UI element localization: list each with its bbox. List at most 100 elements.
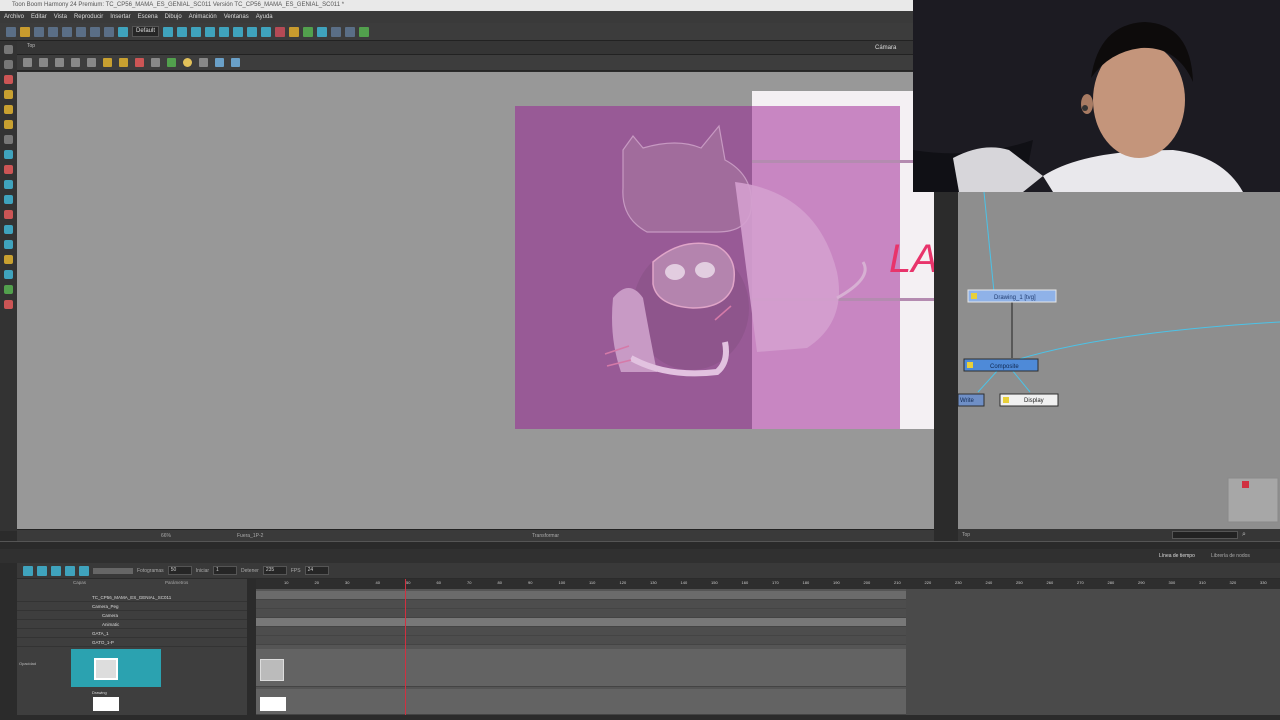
line-icon[interactable]: [151, 58, 160, 67]
menu-editar[interactable]: Editar: [31, 11, 47, 23]
track-row[interactable]: [256, 627, 906, 636]
scale-icon[interactable]: [233, 26, 244, 37]
tab-timeline[interactable]: Línea de tiempo: [1159, 553, 1195, 559]
import-icon[interactable]: [62, 26, 72, 37]
menu-ayuda[interactable]: Ayuda: [256, 11, 273, 23]
lock-icon[interactable]: [103, 58, 112, 67]
crop-icon[interactable]: [199, 58, 208, 67]
dot-icon[interactable]: [167, 58, 176, 67]
pen-icon[interactable]: [135, 58, 144, 67]
menu-escena[interactable]: Escena: [138, 11, 158, 23]
unlock-icon[interactable]: [119, 58, 128, 67]
workspace-select[interactable]: Default: [132, 26, 160, 37]
flip-horizontal-icon[interactable]: [215, 58, 224, 67]
track-row[interactable]: [256, 618, 906, 627]
motion-icon[interactable]: [317, 26, 328, 37]
shape-icon[interactable]: [4, 150, 13, 159]
lock-icon[interactable]: [345, 26, 356, 37]
layer-row[interactable]: Camera: [17, 611, 247, 620]
contour-editor-icon[interactable]: [4, 60, 13, 69]
redo-icon[interactable]: [90, 26, 100, 37]
eraser-icon[interactable]: [4, 120, 13, 129]
track-row[interactable]: [256, 600, 906, 609]
menu-vista[interactable]: Vista: [54, 11, 67, 23]
transform-tool-icon[interactable]: [4, 270, 13, 279]
menu-ventanas[interactable]: Ventanas: [224, 11, 249, 23]
transform-icon[interactable]: [205, 26, 216, 37]
tab-node-library[interactable]: Librería de nodos: [1211, 553, 1250, 559]
paint-icon[interactable]: [4, 105, 13, 114]
layer-row[interactable]: GATA_1: [17, 629, 247, 638]
node-view[interactable]: Drawing_1 [tvg] Composite Write Display: [958, 192, 1280, 529]
loop-icon[interactable]: [51, 565, 61, 576]
pencil-icon[interactable]: [4, 90, 13, 99]
line-icon[interactable]: [4, 165, 13, 174]
new-scene-icon[interactable]: [6, 26, 16, 37]
skew-icon[interactable]: [247, 26, 258, 37]
playhead[interactable]: [405, 579, 406, 715]
select-tool-icon[interactable]: [104, 26, 114, 37]
bulb-icon[interactable]: [183, 58, 192, 67]
menu-animacion[interactable]: Animación: [189, 11, 217, 23]
playback-icon[interactable]: [163, 26, 174, 37]
snap-icon[interactable]: [71, 58, 80, 67]
play-icon[interactable]: [37, 565, 47, 576]
camera-viewport[interactable]: LA: [17, 72, 934, 529]
check-icon[interactable]: [359, 26, 370, 37]
save-as-icon[interactable]: [48, 26, 58, 37]
first-frame-icon[interactable]: [23, 565, 33, 576]
flip-icon[interactable]: [87, 58, 96, 67]
camera-icon[interactable]: [118, 26, 128, 37]
settings-icon[interactable]: [39, 58, 48, 67]
track-row[interactable]: [256, 689, 906, 715]
sound-icon[interactable]: [79, 565, 89, 576]
track-row[interactable]: [256, 636, 906, 645]
spline-icon[interactable]: [4, 285, 13, 294]
layer-row[interactable]: TC_CP56_MAMA_ES_GENIAL_SC011: [17, 593, 247, 602]
text-icon[interactable]: [4, 135, 13, 144]
peg-icon[interactable]: [191, 26, 202, 37]
grid-icon[interactable]: [55, 58, 64, 67]
zoom-icon[interactable]: [4, 240, 13, 249]
speed-slider[interactable]: [93, 567, 133, 574]
tab-camera[interactable]: Cámara: [875, 45, 896, 51]
cutter-icon[interactable]: [4, 195, 13, 204]
drawing-cell-thumbnail[interactable]: [260, 659, 284, 681]
onion-skin-icon[interactable]: [177, 26, 188, 37]
layer-row[interactable]: GATO_1-P: [17, 638, 247, 647]
stop-input[interactable]: 235: [262, 566, 287, 575]
grid-icon[interactable]: [331, 26, 342, 37]
menu-reproducir[interactable]: Reproducir: [74, 11, 103, 23]
drawing-cell-thumbnail-2[interactable]: [260, 697, 286, 711]
arrow-down-icon[interactable]: [261, 26, 272, 37]
navigator-thumbnail[interactable]: [1227, 477, 1279, 523]
track-row[interactable]: [256, 609, 906, 618]
ink-icon[interactable]: [4, 210, 13, 219]
node-search-input[interactable]: [1172, 531, 1238, 539]
start-input[interactable]: 1: [213, 566, 238, 575]
hand-icon[interactable]: [4, 255, 13, 264]
select-icon[interactable]: [4, 45, 13, 54]
menu-dibujo[interactable]: Dibujo: [165, 11, 182, 23]
polyline-icon[interactable]: [4, 180, 13, 189]
layer-row[interactable]: Camera_Peg: [17, 602, 247, 611]
selected-layer[interactable]: [71, 649, 161, 687]
pointer-icon[interactable]: [23, 58, 32, 67]
search-icon[interactable]: ⌕: [1242, 531, 1246, 539]
keyframe-icon[interactable]: [289, 26, 300, 37]
layer-row[interactable]: Animatic: [17, 620, 247, 629]
brush-icon[interactable]: [4, 75, 13, 84]
track-row[interactable]: [256, 591, 906, 600]
reposition-icon[interactable]: [4, 300, 13, 309]
menu-archivo[interactable]: Archivo: [4, 11, 24, 23]
menu-insertar[interactable]: Insertar: [110, 11, 130, 23]
prev-frame-icon[interactable]: [65, 565, 75, 576]
dropper-icon[interactable]: [4, 225, 13, 234]
frames-input[interactable]: 50: [167, 566, 192, 575]
rotate-icon[interactable]: [219, 26, 230, 37]
undo-icon[interactable]: [76, 26, 86, 37]
open-folder-icon[interactable]: [20, 26, 30, 37]
envelope-icon[interactable]: [303, 26, 314, 37]
flip-vertical-icon[interactable]: [231, 58, 240, 67]
fps-input[interactable]: 24: [304, 566, 329, 575]
